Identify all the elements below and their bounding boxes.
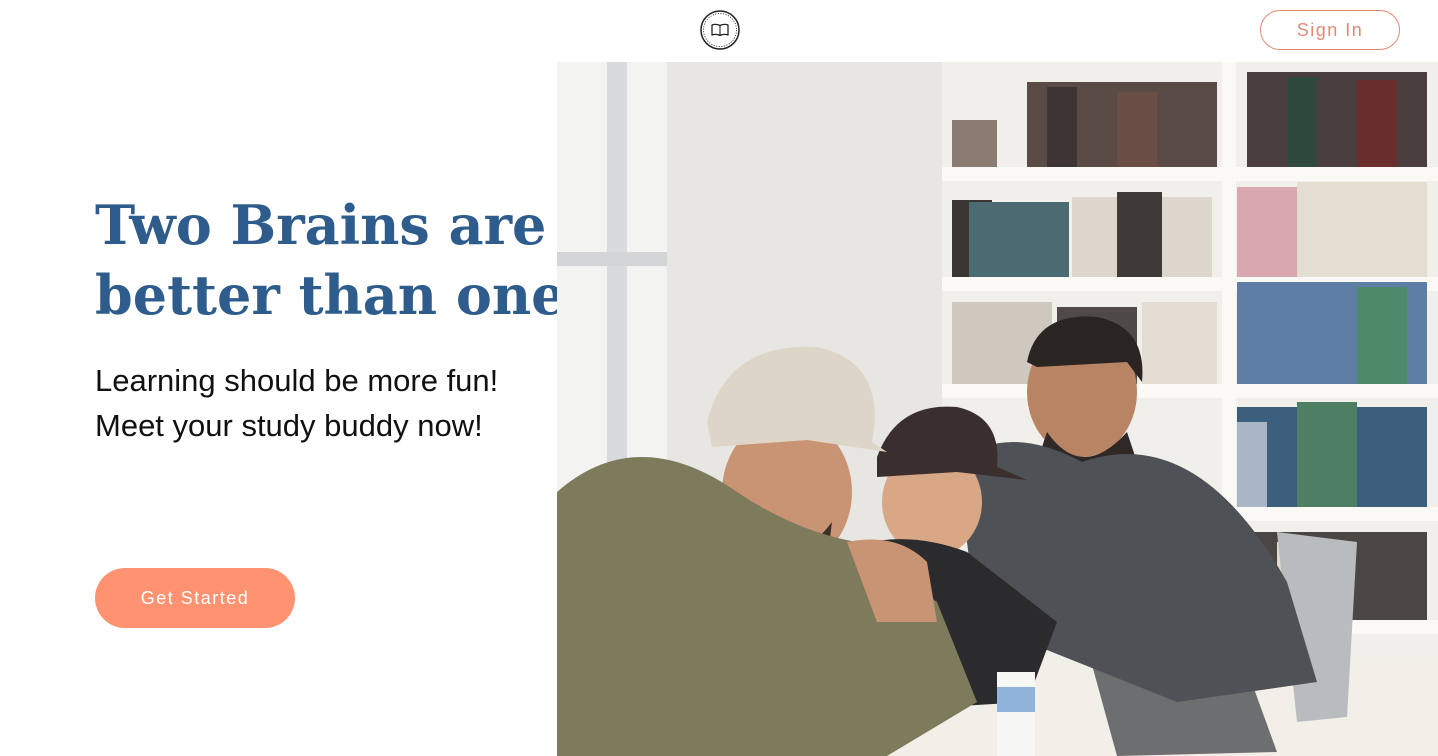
hero-text-panel: Two Brains are better than one Learning …: [0, 62, 566, 756]
hero-subtext-line-2: Meet your study buddy now!: [95, 408, 483, 443]
hero-headline-line-2: better than one: [95, 263, 566, 327]
get-started-button[interactable]: Get Started: [95, 568, 295, 628]
open-book-icon[interactable]: [700, 10, 740, 50]
sign-in-button[interactable]: Sign In: [1260, 10, 1400, 50]
hero-subtext: Learning should be more fun! Meet your s…: [95, 358, 545, 448]
hero-subtext-line-1: Learning should be more fun!: [95, 363, 499, 398]
top-navbar: Sign In: [0, 0, 1438, 62]
hero-headline: Two Brains are better than one: [95, 190, 566, 330]
hero-photo-students-library: [557, 62, 1438, 756]
hero-headline-line-1: Two Brains are: [95, 193, 547, 257]
